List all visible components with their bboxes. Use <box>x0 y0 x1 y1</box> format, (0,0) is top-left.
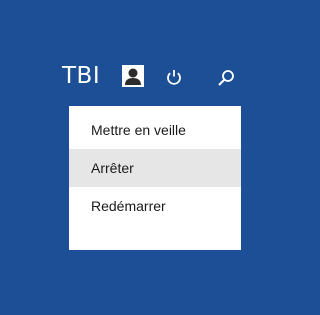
user-name[interactable]: TBI <box>62 62 100 90</box>
power-menu: Mettre en veille Arrêter Redémarrer <box>69 106 241 250</box>
search-icon[interactable] <box>217 69 235 87</box>
menu-item-restart[interactable]: Redémarrer <box>69 187 241 225</box>
user-avatar-icon[interactable] <box>122 65 144 87</box>
menu-item-shutdown[interactable]: Arrêter <box>69 149 241 187</box>
power-icon[interactable] <box>166 69 182 85</box>
menu-item-sleep[interactable]: Mettre en veille <box>69 111 241 149</box>
start-screen-header: TBI <box>0 0 241 120</box>
